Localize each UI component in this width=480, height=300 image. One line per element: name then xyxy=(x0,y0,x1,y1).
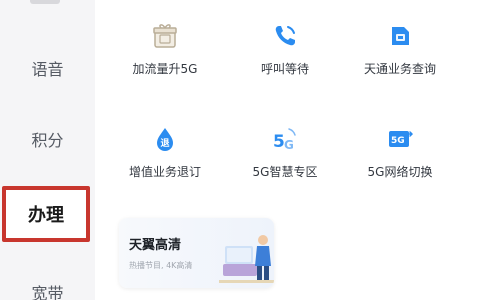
service-label: 5G智慧专区 xyxy=(252,165,318,179)
svg-text:退: 退 xyxy=(160,138,169,149)
gift-box-icon xyxy=(153,24,177,48)
service-vas-unsubscribe[interactable]: 退 增值业务退订 xyxy=(105,125,225,195)
drop-icon: 退 xyxy=(157,128,173,151)
service-label: 增值业务退订 xyxy=(128,165,201,179)
sidebar-item-label: 办理 xyxy=(28,205,64,226)
category-sidebar: 语音 积分 办理 宽带 xyxy=(0,0,95,300)
service-label: 呼叫等待 xyxy=(260,62,309,76)
service-panel: 加流量升5G 呼叫等待 天通业务查询 退 增值业务退订 5 G 5G智慧专区 5… xyxy=(95,0,480,300)
phone-icon xyxy=(275,26,295,46)
service-5g-network-switch[interactable]: 5G 5G网络切换 xyxy=(340,125,460,195)
5g-switch-icon: 5G xyxy=(389,131,414,147)
5g-icon: 5 G xyxy=(273,128,296,152)
sidebar-item-points[interactable]: 积分 xyxy=(0,127,95,151)
service-call-waiting[interactable]: 呼叫等待 xyxy=(225,22,345,92)
service-label: 天通业务查询 xyxy=(363,62,436,76)
service-tiantong-query[interactable]: 天通业务查询 xyxy=(340,22,460,92)
svg-text:5G: 5G xyxy=(391,136,405,146)
sidebar-item-partial[interactable] xyxy=(30,0,60,4)
promo-card-subtitle: 热播节目, 4K高清 xyxy=(129,261,193,270)
promo-card-title: 天翼高清 xyxy=(129,238,182,253)
svg-text:G: G xyxy=(284,138,294,152)
promo-card-tianyi-hd[interactable]: 天翼高清 热播节目, 4K高清 xyxy=(119,218,274,288)
service-5g-smart-zone[interactable]: 5 G 5G智慧专区 xyxy=(225,125,345,195)
sidebar-item-voice[interactable]: 语音 xyxy=(0,56,95,80)
sidebar-item-handle[interactable]: 办理 xyxy=(2,186,90,242)
service-label: 加流量升5G xyxy=(132,62,198,76)
sidebar-item-broadband[interactable]: 宽带 xyxy=(0,280,95,300)
sim-card-icon xyxy=(392,27,409,45)
service-data-upgrade-5g[interactable]: 加流量升5G xyxy=(105,22,225,92)
tv-viewer-illustration xyxy=(219,235,274,283)
service-label: 5G网络切换 xyxy=(367,165,433,179)
